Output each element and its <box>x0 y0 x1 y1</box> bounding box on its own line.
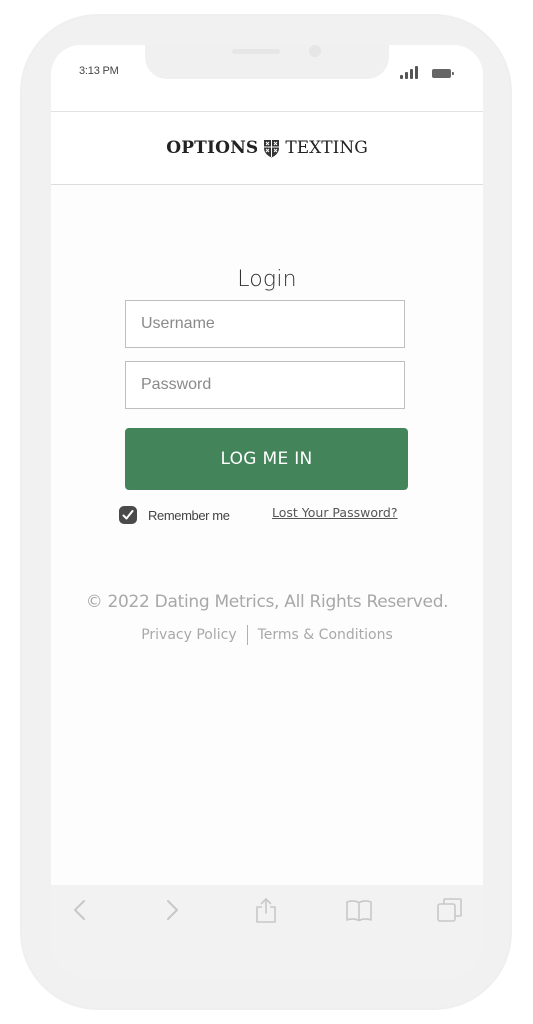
brand-header: OPTIONS TEXTING <box>51 112 483 184</box>
page-title: Login <box>237 267 297 292</box>
battery-icon <box>432 69 456 78</box>
status-time: 3:13 PM <box>79 65 119 77</box>
front-camera <box>309 45 321 57</box>
brand-name-options: OPTIONS <box>166 138 259 158</box>
checkmark-icon <box>122 510 134 520</box>
terms-conditions-link[interactable]: Terms & Conditions <box>258 627 393 643</box>
copyright-text: © 2022 Dating Metrics, All Rights Reserv… <box>85 592 449 612</box>
phone-screen: 3:13 PM OPTIONS TEXTING Login Username L… <box>51 45 483 979</box>
shield-logo-icon <box>263 138 280 158</box>
tabs-icon[interactable] <box>435 895 465 925</box>
login-button[interactable]: LOG ME IN <box>125 428 408 490</box>
forward-icon[interactable] <box>157 895 187 925</box>
privacy-policy-link[interactable]: Privacy Policy <box>141 627 236 643</box>
username-input[interactable] <box>125 300 405 348</box>
speaker-grille <box>232 49 280 54</box>
browser-toolbar <box>51 885 483 979</box>
share-icon[interactable] <box>251 895 281 925</box>
remember-me-label: Remember me <box>148 507 230 523</box>
remember-me-row: Remember me <box>119 503 230 527</box>
remember-me-checkbox[interactable] <box>119 506 137 524</box>
lost-password-link[interactable]: Lost Your Password? <box>272 505 397 520</box>
status-bar: 3:13 PM <box>51 45 483 111</box>
phone-notch <box>145 45 389 79</box>
back-icon[interactable] <box>65 895 95 925</box>
bookmarks-icon[interactable] <box>344 895 374 925</box>
footer-separator <box>246 625 248 645</box>
signal-icon <box>400 65 422 79</box>
footer-links: Privacy Policy Terms & Conditions <box>51 625 483 645</box>
main-content: Login LOG ME IN Remember me Lost Your Pa… <box>51 185 483 885</box>
password-input[interactable] <box>125 361 405 409</box>
brand-name-texting: TEXTING <box>285 138 368 158</box>
